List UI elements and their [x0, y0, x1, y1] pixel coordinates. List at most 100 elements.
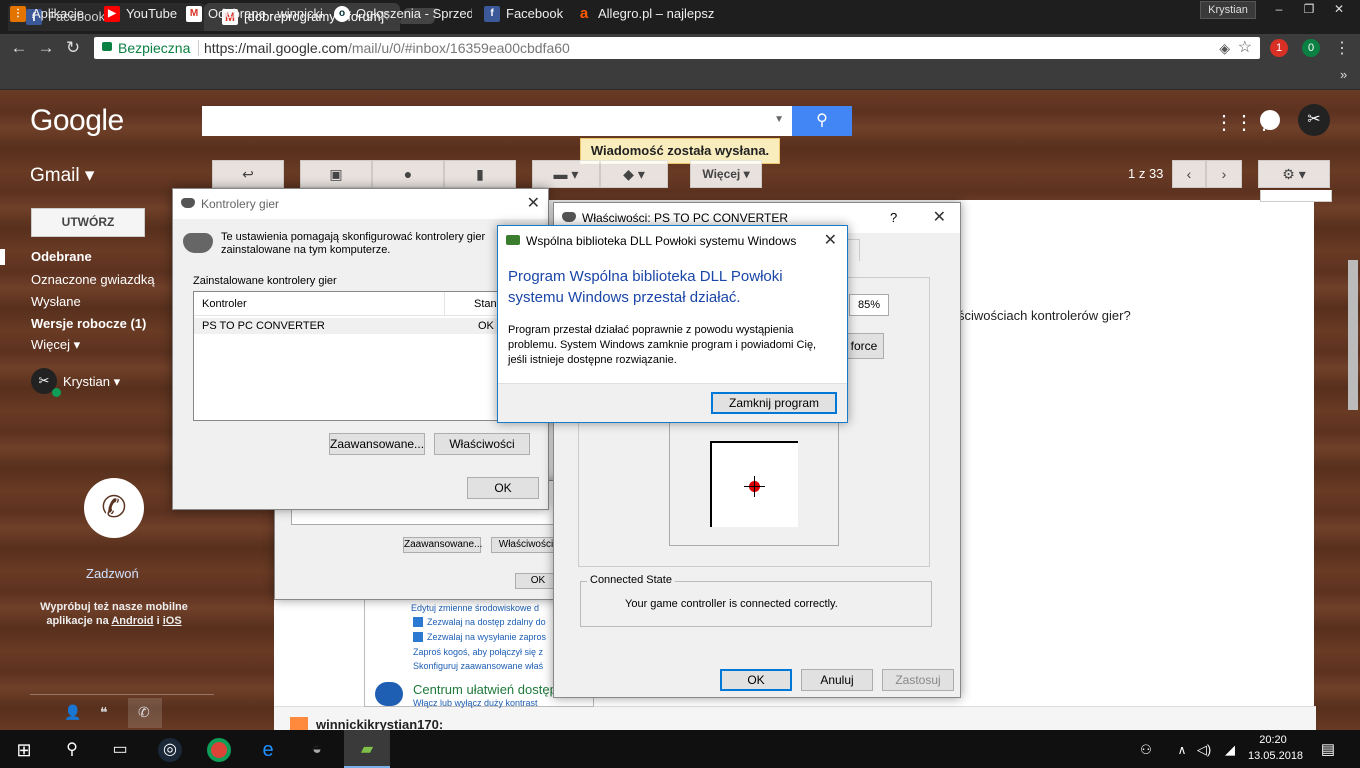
- newer-button[interactable]: ‹: [1172, 160, 1206, 188]
- contacts-icon[interactable]: 👤: [64, 704, 81, 721]
- search-button[interactable]: ⚲: [792, 106, 852, 136]
- edge-icon[interactable]: e: [256, 738, 280, 762]
- divider: [444, 292, 445, 316]
- phone-icon[interactable]: ✆: [84, 478, 144, 538]
- chrome-menu-icon[interactable]: ⋮: [1334, 38, 1350, 58]
- ios-link[interactable]: iOS: [163, 615, 182, 627]
- cancel-button[interactable]: Anuluj: [801, 669, 873, 691]
- bookmark-star-icon[interactable]: ☆: [1238, 37, 1252, 59]
- scrollbar[interactable]: [1348, 260, 1358, 410]
- bookmark-apps[interactable]: ⋮ Aplikacje: [10, 6, 84, 22]
- restore-button[interactable]: ❐: [1292, 0, 1326, 18]
- bookmark-youtube[interactable]: ▶ YouTube: [104, 6, 177, 22]
- hangouts-user[interactable]: Krystian ▾: [63, 374, 120, 390]
- nav-drafts[interactable]: Wersje robocze (1): [31, 316, 146, 331]
- action-center-icon[interactable]: ▤: [1316, 738, 1340, 762]
- back-icon[interactable]: ←: [6, 36, 32, 60]
- bookmark-facebook[interactable]: f Facebook: [484, 6, 563, 22]
- report-spam-button[interactable]: ●: [372, 160, 444, 188]
- hangouts-icon[interactable]: ❝: [100, 704, 108, 721]
- nav-inbox[interactable]: Odebrane: [31, 249, 92, 264]
- ok-button[interactable]: OK: [467, 477, 539, 499]
- more-actions-button[interactable]: Więcej ▾: [690, 160, 762, 188]
- delete-button[interactable]: ▮: [444, 160, 516, 188]
- address-bar[interactable]: Bezpieczna https://mail.google.com/mail/…: [94, 37, 1260, 59]
- trash-icon: ▮: [476, 166, 484, 182]
- force-button[interactable]: force: [844, 333, 884, 359]
- close-icon[interactable]: ✕: [933, 203, 946, 233]
- reload-icon[interactable]: ↻: [60, 36, 86, 60]
- chevron-up-icon[interactable]: ∧: [1170, 738, 1194, 762]
- labels-button[interactable]: ◆ ▾: [600, 160, 668, 188]
- close-window-button[interactable]: ✕: [1322, 0, 1356, 18]
- gmail-app-switcher[interactable]: Gmail ▾: [30, 164, 94, 187]
- move-to-button[interactable]: ▬ ▾: [532, 160, 600, 188]
- lock-icon: [102, 42, 112, 51]
- help-icon[interactable]: ?: [890, 203, 897, 233]
- gear-icon: ⚙ ▾: [1282, 166, 1306, 182]
- bookmarks-more-icon[interactable]: »: [1340, 67, 1347, 82]
- cp-link[interactable]: Włącz lub wyłącz duży kontrast: [413, 698, 538, 708]
- cp-section-title[interactable]: Centrum ułatwień dostęp: [413, 682, 557, 697]
- app-icon[interactable]: ▰: [355, 738, 379, 762]
- close-icon[interactable]: ✕: [527, 189, 540, 219]
- windows-start-icon[interactable]: ⊞: [12, 738, 36, 762]
- people-icon[interactable]: ⚇: [1134, 738, 1158, 762]
- column-header[interactable]: Kontroler: [202, 298, 247, 310]
- advanced-button[interactable]: Zaawansowane...: [329, 433, 425, 455]
- compose-button[interactable]: UTWÓRZ: [31, 208, 145, 237]
- cp-link[interactable]: Skonfiguruj zaawansowane właś: [413, 661, 543, 671]
- ok-button[interactable]: OK: [720, 669, 792, 691]
- steam-icon[interactable]: ◎: [158, 738, 182, 762]
- reply-row: winnickikrystian170:: [274, 706, 1316, 732]
- system-clock[interactable]: 20:20 13.05.2018: [1248, 732, 1303, 764]
- site-settings-icon[interactable]: ◈: [1219, 37, 1230, 59]
- browser-toolbar: ← → ↻ Bezpieczna https://mail.google.com…: [0, 34, 1360, 62]
- minimize-button[interactable]: –: [1262, 0, 1296, 18]
- allegro-icon: a: [579, 6, 589, 22]
- volume-icon[interactable]: ◁): [1192, 738, 1216, 762]
- network-icon[interactable]: ◢: [1218, 738, 1242, 762]
- task-view-icon[interactable]: ▭: [108, 738, 132, 762]
- call-label[interactable]: Zadzwoń: [86, 566, 139, 581]
- advanced-button[interactable]: Zaawansowane...: [403, 537, 482, 553]
- table-row[interactable]: PS TO PC CONVERTER OK: [194, 318, 532, 334]
- dialog-titlebar: Kontrolery gier ✕: [173, 189, 548, 219]
- archive-button[interactable]: ▣: [300, 160, 372, 188]
- forward-icon[interactable]: →: [33, 36, 59, 60]
- nav-sent[interactable]: Wysłane: [31, 294, 81, 309]
- search-options-icon[interactable]: ▼: [774, 114, 784, 125]
- chrome-icon[interactable]: [207, 738, 231, 762]
- controllers-list[interactable]: Kontroler Stan PS TO PC CONVERTER OK: [193, 291, 533, 421]
- close-icon[interactable]: ✕: [824, 226, 837, 256]
- gamepad-icon[interactable]: ◒: [305, 738, 329, 762]
- extension-icon[interactable]: 1: [1270, 39, 1288, 57]
- notifications-icon[interactable]: [1260, 110, 1280, 130]
- dialog-titlebar: Wspólna biblioteka DLL Powłoki systemu W…: [498, 226, 847, 256]
- chevron-left-icon: ‹: [1186, 166, 1192, 182]
- extension-icon[interactable]: 0: [1302, 39, 1320, 57]
- nav-more[interactable]: Więcej ▾: [31, 337, 80, 353]
- google-logo[interactable]: Google: [30, 104, 124, 138]
- older-button[interactable]: ›: [1206, 160, 1242, 188]
- android-link[interactable]: Android: [111, 615, 153, 627]
- bookmark-olx[interactable]: o Ogłoszenia - Sprzed: [334, 6, 472, 22]
- message-body-fragment: ściwościach kontrolerów gier?: [958, 308, 1131, 323]
- settings-button[interactable]: ⚙ ▾: [1258, 160, 1330, 188]
- account-avatar[interactable]: ✂: [1298, 104, 1330, 136]
- close-program-button[interactable]: Zamknij program: [711, 392, 837, 414]
- search-input[interactable]: ▼: [202, 106, 792, 136]
- nav-starred[interactable]: Oznaczone gwiazdką: [31, 272, 155, 287]
- properties-button[interactable]: Właściwości: [491, 537, 561, 553]
- profile-button[interactable]: Krystian: [1200, 1, 1256, 19]
- search-icon[interactable]: ⚲: [60, 738, 84, 762]
- url-text: https://mail.google.com/mail/u/0/#inbox/…: [204, 37, 570, 59]
- cp-link[interactable]: Zezwalaj na dostęp zdalny do: [427, 617, 546, 627]
- cp-link[interactable]: Zezwalaj na wysyłanie zapros: [427, 632, 546, 642]
- back-to-inbox-button[interactable]: ↩: [212, 160, 284, 188]
- bookmark-gmail[interactable]: M Odebrane - winnicki: [186, 6, 322, 22]
- properties-button[interactable]: Właściwości: [434, 433, 530, 455]
- cp-link[interactable]: Zaproś kogoś, aby połączył się z: [413, 647, 543, 657]
- cp-link[interactable]: Edytuj zmienne środowiskowe d: [411, 603, 539, 613]
- bookmark-allegro[interactable]: a Allegro.pl – najlepsz: [576, 6, 736, 22]
